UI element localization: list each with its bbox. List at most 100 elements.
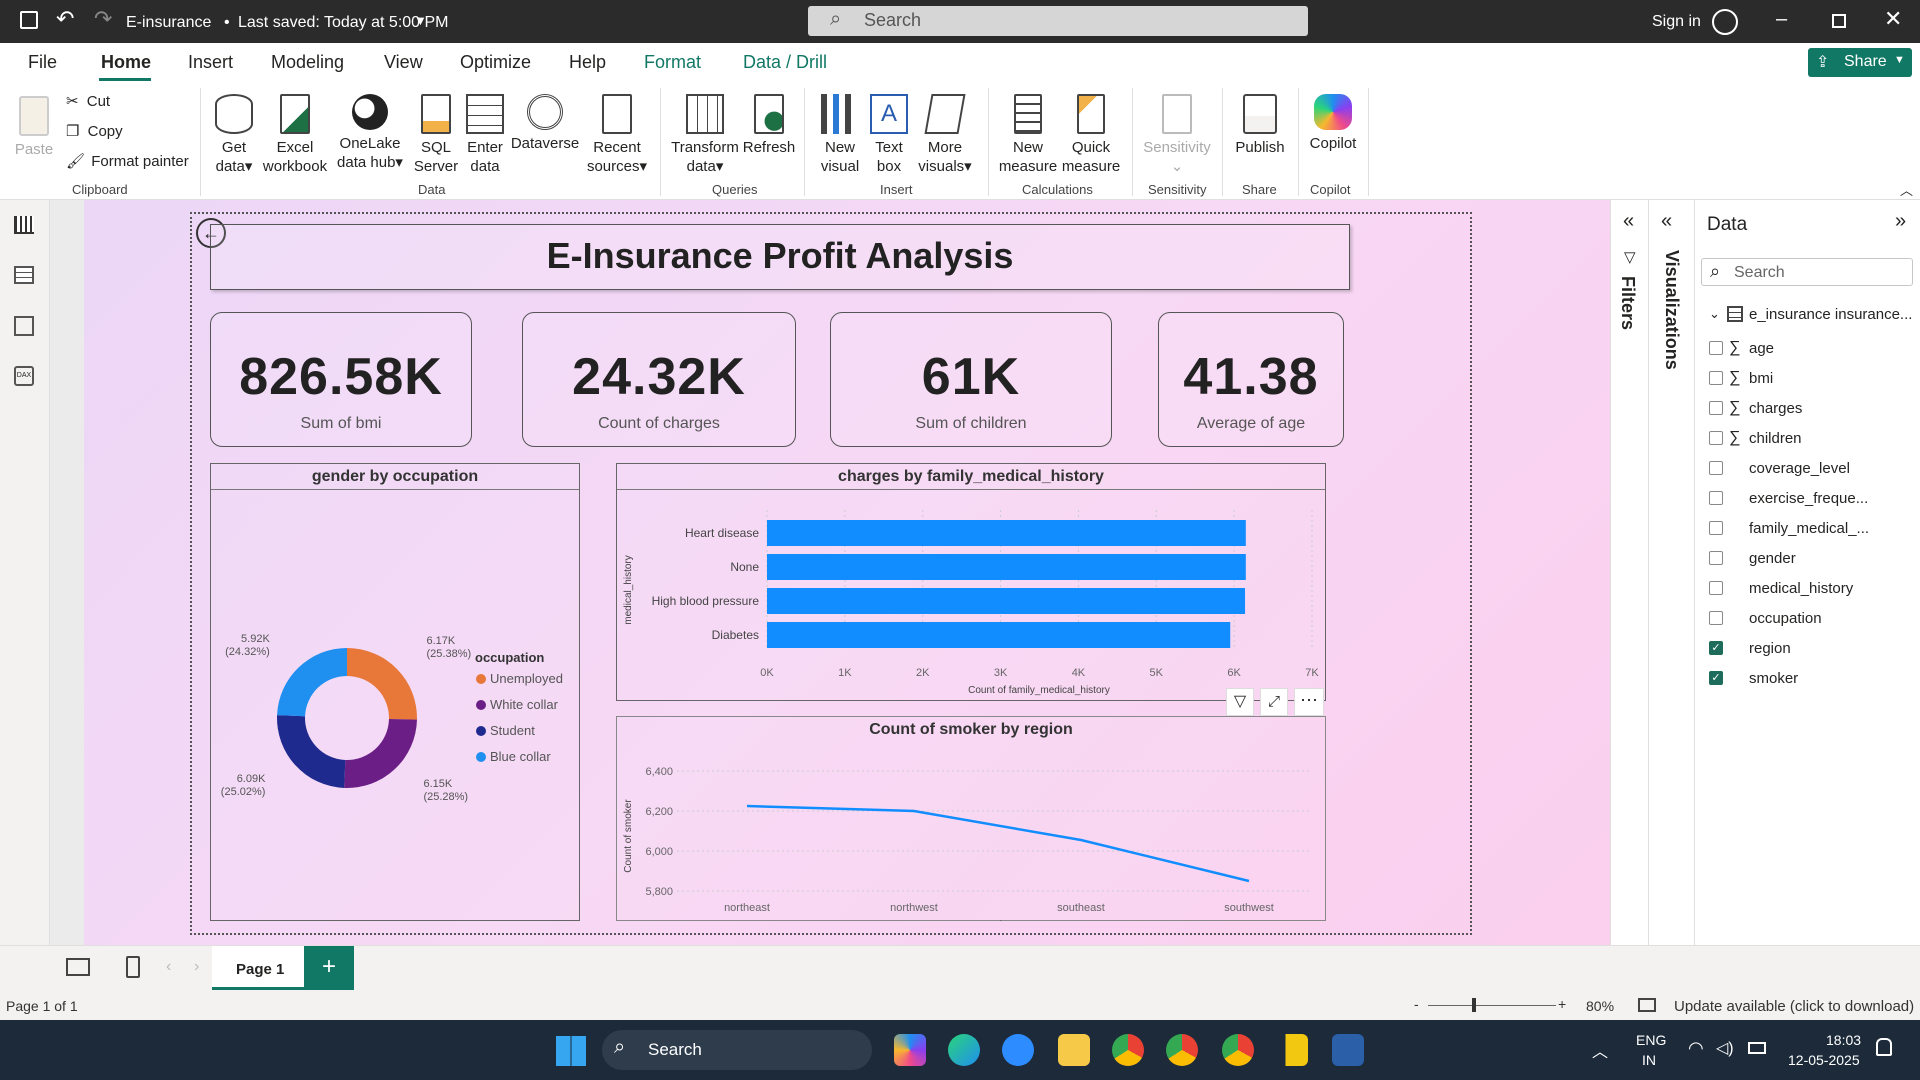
- excel-workbook-button[interactable]: Excel workbook: [260, 94, 330, 176]
- edge-icon[interactable]: [948, 1034, 980, 1066]
- line-chart-visual[interactable]: Count of smoker by region 6,400 6,200 6,00…: [616, 716, 1326, 921]
- copilot-app-icon[interactable]: [894, 1034, 926, 1066]
- page-tab-1[interactable]: Page 1: [212, 946, 304, 990]
- more-options-icon[interactable]: ⋯: [1294, 688, 1324, 716]
- field-age[interactable]: ∑ age: [1709, 339, 1774, 357]
- field-checkbox[interactable]: ✓: [1709, 641, 1723, 655]
- windows-start-icon[interactable]: [556, 1036, 586, 1066]
- zoom-out-button[interactable]: -: [1414, 996, 1419, 1012]
- language-eng[interactable]: ENG: [1636, 1032, 1666, 1048]
- collapse-ribbon-icon[interactable]: ︿: [1900, 180, 1913, 199]
- field-checkbox[interactable]: [1709, 491, 1723, 505]
- model-view-icon[interactable]: [14, 316, 34, 336]
- bar-chart-visual[interactable]: charges by family_medical_history 0K 1K 2K…: [616, 463, 1326, 701]
- tab-file[interactable]: File: [28, 52, 57, 73]
- clock-date[interactable]: 12-05-2025: [1788, 1052, 1860, 1068]
- field-medical-history[interactable]: medical_history: [1709, 580, 1853, 597]
- more-visuals-button[interactable]: More visuals▾: [914, 94, 976, 176]
- field-charges[interactable]: ∑ charges: [1709, 399, 1802, 417]
- file-explorer-icon[interactable]: [1058, 1034, 1090, 1066]
- tab-optimize[interactable]: Optimize: [460, 52, 531, 73]
- visualizations-pane[interactable]: « Visualizations: [1648, 200, 1694, 990]
- sign-in-link[interactable]: Sign in: [1652, 13, 1701, 31]
- collapse-viz-icon[interactable]: «: [1661, 210, 1672, 233]
- search-input[interactable]: ⌕ Search: [808, 6, 1308, 36]
- tab-modeling[interactable]: Modeling: [271, 52, 344, 73]
- zoom-level[interactable]: 80%: [1586, 998, 1614, 1014]
- share-button[interactable]: ⇪ Share ▼: [1808, 48, 1912, 77]
- format-painter-button[interactable]: 🖌 Format painter: [66, 152, 189, 170]
- next-page-icon[interactable]: ›: [194, 958, 199, 976]
- chevron-down-icon[interactable]: ⌄: [1709, 306, 1720, 322]
- donut-chart-visual[interactable]: gender by occupation 6.17K (25.38%) 6.15K(…: [210, 463, 580, 921]
- zoom-in-button[interactable]: +: [1558, 996, 1566, 1012]
- field-family-medical----[interactable]: family_medical_...: [1709, 520, 1869, 537]
- publish-button[interactable]: Publish: [1230, 94, 1290, 157]
- quick-measure-button[interactable]: Quick measure: [1060, 94, 1122, 176]
- prev-page-icon[interactable]: ‹: [166, 958, 171, 976]
- paste-button[interactable]: Paste: [12, 96, 56, 159]
- new-measure-button[interactable]: New measure: [996, 94, 1060, 176]
- chrome-profile-k-icon[interactable]: [1222, 1034, 1254, 1066]
- field-checkbox[interactable]: [1709, 371, 1723, 385]
- field-checkbox[interactable]: [1709, 611, 1723, 625]
- table-view-icon[interactable]: [14, 266, 34, 284]
- field-region[interactable]: ✓ region: [1709, 640, 1791, 657]
- chrome-profile-icon[interactable]: [1166, 1034, 1198, 1066]
- tab-data-drill[interactable]: Data / Drill: [743, 52, 827, 73]
- battery-icon[interactable]: [1748, 1042, 1766, 1054]
- focus-mode-icon[interactable]: ⤢: [1260, 688, 1288, 716]
- kpi-card-age[interactable]: 41.38 Average of age: [1158, 312, 1344, 447]
- field-bmi[interactable]: ∑ bmi: [1709, 369, 1773, 387]
- report-view-icon[interactable]: [14, 216, 34, 234]
- text-box-button[interactable]: A Text box: [866, 94, 912, 176]
- field-exercise-freque---[interactable]: exercise_freque...: [1709, 490, 1868, 507]
- kpi-card-charges[interactable]: 24.32K Count of charges: [522, 312, 796, 447]
- desktop-layout-icon[interactable]: [66, 958, 90, 976]
- field-coverage-level[interactable]: coverage_level: [1709, 460, 1850, 477]
- close-icon[interactable]: ✕: [1884, 6, 1902, 32]
- account-icon[interactable]: [1712, 9, 1738, 35]
- copilot-button[interactable]: Copilot: [1306, 94, 1360, 153]
- fit-page-icon[interactable]: [1638, 998, 1656, 1012]
- expand-pane-icon[interactable]: »: [1895, 210, 1906, 233]
- new-visual-button[interactable]: New visual: [812, 94, 868, 176]
- power-bi-icon[interactable]: [1276, 1034, 1308, 1066]
- field-checkbox[interactable]: [1709, 401, 1723, 415]
- redo-icon[interactable]: ↷: [94, 6, 112, 32]
- data-search-input[interactable]: ⌕ Search: [1701, 258, 1913, 286]
- field-checkbox[interactable]: [1709, 581, 1723, 595]
- taskbar-search[interactable]: ⌕ Search: [602, 1030, 872, 1070]
- language-in[interactable]: IN: [1642, 1052, 1656, 1068]
- field-gender[interactable]: gender: [1709, 550, 1796, 567]
- tab-help[interactable]: Help: [569, 52, 606, 73]
- update-available-link[interactable]: Update available (click to download): [1674, 998, 1914, 1015]
- field-checkbox[interactable]: [1709, 521, 1723, 535]
- filters-pane[interactable]: « ▽ Filters: [1610, 200, 1648, 990]
- zoom-slider-thumb[interactable]: [1472, 998, 1476, 1012]
- volume-icon[interactable]: ◁): [1716, 1038, 1734, 1058]
- cut-button[interactable]: ✂ Cut: [66, 92, 110, 110]
- field-smoker[interactable]: ✓ smoker: [1709, 670, 1798, 687]
- tab-home[interactable]: Home: [101, 52, 151, 73]
- chrome-icon[interactable]: [1112, 1034, 1144, 1066]
- field-children[interactable]: ∑ children: [1709, 429, 1802, 447]
- sensitivity-button[interactable]: Sensitivity ⌄: [1140, 94, 1214, 176]
- zoom-app-icon[interactable]: [1002, 1034, 1034, 1066]
- add-page-button[interactable]: +: [304, 946, 354, 990]
- field-checkbox[interactable]: [1709, 551, 1723, 565]
- tab-insert[interactable]: Insert: [188, 52, 233, 73]
- wifi-icon[interactable]: ◠: [1688, 1038, 1704, 1059]
- chevron-down-icon[interactable]: ▼: [414, 13, 427, 28]
- enter-data-button[interactable]: Enter data: [462, 94, 508, 176]
- field-occupation[interactable]: occupation: [1709, 610, 1822, 627]
- notification-icon[interactable]: [1876, 1038, 1892, 1056]
- onelake-button[interactable]: OneLake data hub▾: [332, 94, 408, 172]
- field-checkbox[interactable]: [1709, 341, 1723, 355]
- kpi-card-bmi[interactable]: 826.58K Sum of bmi: [210, 312, 472, 447]
- collapse-filters-icon[interactable]: «: [1623, 210, 1634, 233]
- save-icon[interactable]: [20, 11, 38, 29]
- field-checkbox[interactable]: [1709, 461, 1723, 475]
- chevron-up-icon[interactable]: ︿: [1592, 1038, 1608, 1062]
- tab-format[interactable]: Format: [644, 52, 701, 73]
